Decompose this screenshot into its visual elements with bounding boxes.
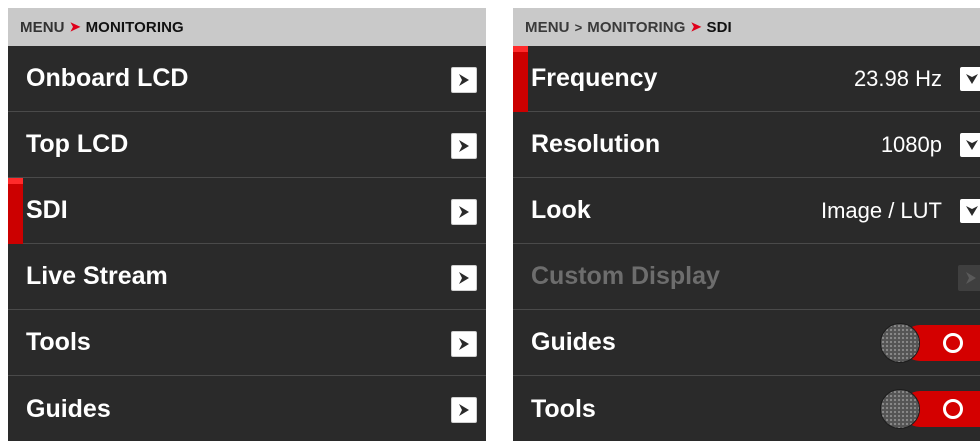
guides-toggle[interactable] [880, 323, 980, 363]
breadcrumb-menu[interactable]: MENU [20, 19, 65, 36]
toggle-knob-icon[interactable] [880, 323, 920, 363]
menu-item-tools[interactable]: Tools [8, 310, 486, 376]
setting-tools[interactable]: Tools [513, 376, 980, 441]
menu-item-label: Onboard LCD [26, 64, 189, 92]
chevron-right-icon[interactable] [451, 331, 477, 357]
breadcrumb-separator-icon: ➤ [690, 19, 702, 34]
menu-item-onboard-lcd[interactable]: Onboard LCD [8, 46, 486, 112]
selection-indicator [8, 178, 23, 244]
chevron-right-icon[interactable] [451, 67, 477, 93]
look-value: Image / LUT [820, 198, 942, 223]
menu-item-sdi[interactable]: SDI [8, 178, 486, 244]
breadcrumb: MENU ➤ MONITORING [8, 8, 486, 46]
frequency-value: 23.98 Hz [853, 66, 942, 91]
chevron-right-icon[interactable] [451, 133, 477, 159]
setting-custom-display: Custom Display [513, 244, 980, 310]
setting-label: Resolution [531, 130, 661, 158]
sdi-settings-panel: MENU > MONITORING ➤ SDI Frequency 23.98 … [513, 8, 980, 441]
breadcrumb-separator-icon: ➤ [69, 19, 81, 34]
chevron-right-icon [958, 265, 980, 291]
chevron-down-icon[interactable] [960, 199, 980, 223]
selection-indicator [513, 46, 528, 112]
setting-resolution[interactable]: Resolution 1080p [513, 112, 980, 178]
breadcrumb-monitoring[interactable]: MONITORING [587, 19, 685, 36]
breadcrumb-menu[interactable]: MENU [525, 19, 570, 36]
setting-label: Look [531, 196, 591, 224]
setting-label: Custom Display [531, 262, 720, 290]
menu-item-label: Live Stream [26, 262, 168, 290]
menu-item-label: Guides [26, 394, 111, 423]
menu-item-live-stream[interactable]: Live Stream [8, 244, 486, 310]
toggle-on-icon [943, 399, 963, 419]
chevron-right-icon[interactable] [451, 199, 477, 225]
monitoring-menu-panel: MENU ➤ MONITORING Onboard LCD Top LCD SD… [8, 8, 486, 441]
chevron-down-icon[interactable] [960, 67, 980, 91]
menu-item-label: Tools [26, 328, 91, 356]
chevron-right-icon[interactable] [451, 397, 477, 423]
menu-item-label: Top LCD [26, 130, 129, 158]
tools-toggle[interactable] [880, 389, 980, 429]
breadcrumb-separator-icon: > [574, 19, 583, 35]
setting-label: Guides [531, 328, 616, 356]
toggle-on-icon [943, 333, 963, 353]
breadcrumb: MENU > MONITORING ➤ SDI [513, 8, 980, 46]
menu-item-guides[interactable]: Guides [8, 376, 486, 441]
chevron-down-icon[interactable] [960, 133, 980, 157]
setting-look[interactable]: Look Image / LUT [513, 178, 980, 244]
chevron-right-icon[interactable] [451, 265, 477, 291]
menu-item-top-lcd[interactable]: Top LCD [8, 112, 486, 178]
breadcrumb-current: SDI [706, 18, 732, 36]
toggle-knob-icon[interactable] [880, 389, 920, 429]
setting-frequency[interactable]: Frequency 23.98 Hz [513, 46, 980, 112]
setting-guides[interactable]: Guides [513, 310, 980, 376]
setting-label: Frequency [531, 64, 658, 92]
breadcrumb-current: MONITORING [85, 18, 184, 36]
resolution-value: 1080p [880, 132, 942, 157]
setting-label: Tools [531, 394, 596, 423]
